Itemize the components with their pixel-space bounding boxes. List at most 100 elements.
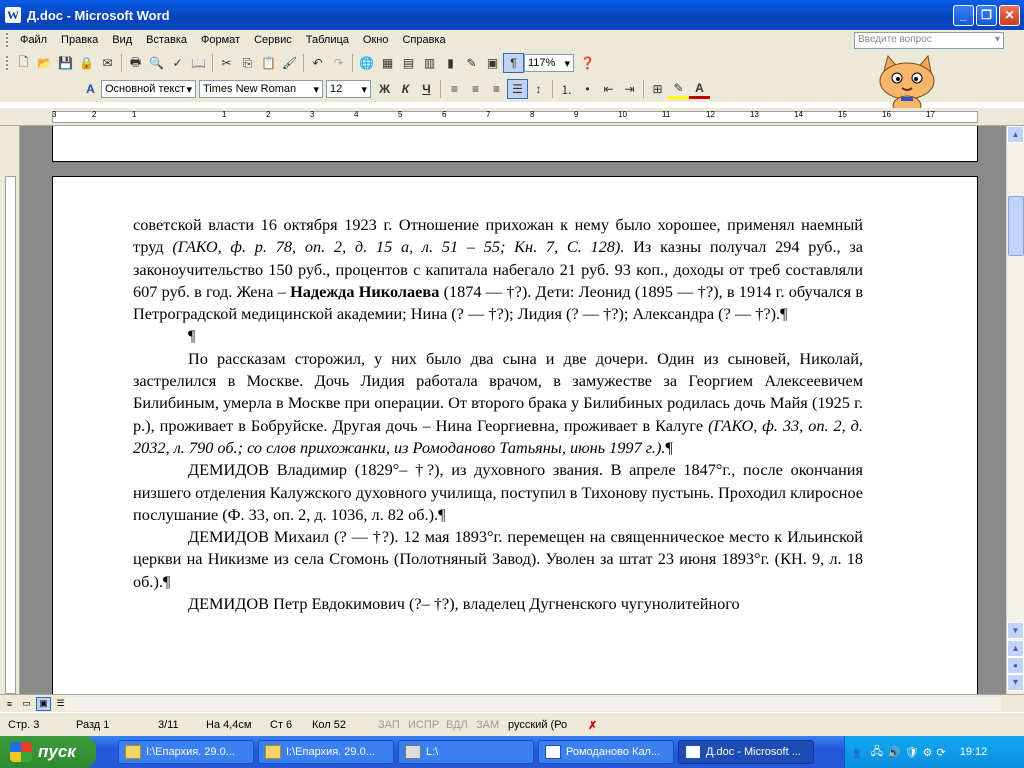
tray-network-icon[interactable]: 🖧 [871, 743, 883, 762]
line-spacing-icon[interactable]: ↕ [528, 79, 549, 99]
tray-app-icon[interactable]: ⚙ [923, 746, 933, 759]
task-folder-2[interactable]: I:\Епархия. 29.0... [258, 740, 394, 764]
numbering-icon[interactable]: ⒈ [556, 79, 577, 99]
menu-grip[interactable] [6, 33, 9, 47]
menu-help[interactable]: Справка [395, 34, 452, 46]
task-word-active[interactable]: Д.doc - Microsoft ... [678, 740, 814, 764]
save-icon[interactable]: 💾 [55, 53, 76, 73]
tray-messenger-icon[interactable]: 👥 [853, 746, 867, 759]
vertical-scrollbar[interactable]: ▲ ▼ ▴ ● ▾ [1006, 126, 1024, 694]
tray-update-icon[interactable]: ⟳ [937, 746, 946, 759]
normal-view-icon[interactable]: ≡ [2, 697, 17, 711]
paste-icon[interactable]: 📋 [258, 53, 279, 73]
print-preview-icon[interactable]: 🔍 [146, 53, 167, 73]
tray-shield-icon[interactable]: 🛡 [905, 746, 919, 759]
toolbar-grip[interactable] [6, 56, 9, 70]
permission-icon[interactable]: 🔒 [76, 53, 97, 73]
email-icon[interactable]: ✉ [97, 53, 118, 73]
menu-file[interactable]: Файл [13, 34, 54, 46]
insert-table-icon[interactable]: ▤ [398, 53, 419, 73]
start-button[interactable]: пуск [0, 736, 96, 768]
align-center-icon[interactable]: ≡ [465, 79, 486, 99]
print-icon[interactable]: 🖶 [125, 53, 146, 73]
columns-icon[interactable]: ▮ [440, 53, 461, 73]
menu-table[interactable]: Таблица [299, 34, 356, 46]
status-overtype[interactable]: ЗАМ [476, 719, 499, 731]
document-map-icon[interactable]: ▣ [482, 53, 503, 73]
document-text[interactable]: советской власти 16 октября 1923 г. Отно… [133, 214, 863, 615]
menu-edit[interactable]: Правка [54, 34, 105, 46]
scroll-up-icon[interactable]: ▲ [1007, 126, 1024, 143]
spelling-icon[interactable]: ✓ [167, 53, 188, 73]
justify-icon[interactable]: ☰ [507, 79, 528, 99]
highlight-icon[interactable]: ✎ [668, 79, 689, 99]
document-paragraph[interactable]: ДЕМИДОВ Петр Евдокимович (?– †?), владел… [133, 593, 863, 615]
italic-button[interactable]: К [395, 79, 416, 99]
style-select[interactable]: Основной текст ▾ [101, 80, 196, 98]
cut-icon[interactable]: ✂ [216, 53, 237, 73]
task-folder-1[interactable]: I:\Епархия. 29.0... [118, 740, 254, 764]
tables-borders-icon[interactable]: ▦ [377, 53, 398, 73]
menu-view[interactable]: Вид [105, 34, 139, 46]
maximize-button[interactable]: ❐ [976, 4, 997, 26]
horizontal-ruler[interactable]: 3 2 1 1 2 3 4 5 6 7 8 9 10 11 12 13 14 1… [0, 108, 1024, 126]
next-page-icon[interactable]: ▾ [1007, 674, 1024, 691]
format-painter-icon[interactable]: 🖌 [279, 53, 300, 73]
task-word-romodanovo[interactable]: Ромоданово Кал... [538, 740, 674, 764]
vertical-ruler[interactable] [0, 126, 20, 694]
menu-insert[interactable]: Вставка [139, 34, 194, 46]
horizontal-scrollbar[interactable] [65, 697, 1001, 711]
menu-tools[interactable]: Сервис [247, 34, 299, 46]
menu-window[interactable]: Окно [356, 34, 396, 46]
close-button[interactable]: ✕ [999, 4, 1020, 26]
hyperlink-icon[interactable]: 🌐 [356, 53, 377, 73]
styles-formatting-icon[interactable]: A [80, 79, 101, 99]
insert-excel-icon[interactable]: ▥ [419, 53, 440, 73]
align-left-icon[interactable]: ≡ [444, 79, 465, 99]
minimize-button[interactable]: _ [953, 4, 974, 26]
increase-indent-icon[interactable]: ⇥ [619, 79, 640, 99]
spelling-status-icon[interactable]: ✗ [588, 719, 597, 732]
menu-format[interactable]: Формат [194, 34, 247, 46]
print-layout-icon[interactable]: ▣ [36, 696, 51, 711]
scroll-down-icon[interactable]: ▼ [1007, 622, 1024, 639]
chevron-down-icon[interactable]: ▾ [313, 83, 319, 96]
status-track[interactable]: ИСПР [408, 719, 439, 731]
font-color-icon[interactable]: A [689, 79, 710, 99]
decrease-indent-icon[interactable]: ⇤ [598, 79, 619, 99]
help-search-input[interactable]: Введите вопрос ▾ [854, 32, 1004, 49]
show-hide-pilcrow-icon[interactable]: ¶ [503, 53, 524, 73]
web-layout-icon[interactable]: ▭ [19, 697, 34, 711]
tray-volume-icon[interactable]: 🔊 [887, 746, 901, 759]
browse-object-icon[interactable]: ● [1007, 657, 1024, 674]
borders-icon[interactable]: ⊞ [647, 79, 668, 99]
help-icon[interactable]: ❓ [577, 53, 598, 73]
font-size-select[interactable]: 12 ▾ [326, 80, 371, 98]
document-paragraph[interactable]: советской власти 16 октября 1923 г. Отно… [133, 214, 863, 325]
status-rec[interactable]: ЗАП [378, 719, 400, 731]
word-app-icon[interactable]: W [5, 7, 21, 23]
redo-icon[interactable]: ↷ [328, 53, 349, 73]
status-extend[interactable]: ВДЛ [446, 719, 468, 731]
chevron-down-icon[interactable]: ▾ [186, 83, 192, 96]
chevron-down-icon[interactable]: ▾ [361, 83, 367, 96]
research-icon[interactable]: 📖 [188, 53, 209, 73]
drawing-icon[interactable]: ✎ [461, 53, 482, 73]
zoom-select[interactable]: 117% ▾ [524, 54, 574, 72]
align-right-icon[interactable]: ≡ [486, 79, 507, 99]
document-paragraph[interactable]: ДЕМИДОВ Владимир (1829°– †?), из духовно… [133, 459, 863, 526]
document-paragraph[interactable]: ¶ [133, 325, 863, 347]
document-paragraph[interactable]: По рассказам сторожил, у них было два сы… [133, 348, 863, 459]
undo-icon[interactable]: ↶ [307, 53, 328, 73]
task-drive[interactable]: L:\ [398, 740, 534, 764]
chevron-down-icon[interactable]: ▾ [564, 57, 570, 70]
underline-button[interactable]: Ч [416, 79, 437, 99]
document-paragraph[interactable]: ДЕМИДОВ Михаил (? — †?). 12 мая 1893°г. … [133, 526, 863, 593]
copy-icon[interactable]: ⎘ [237, 53, 258, 73]
bold-button[interactable]: Ж [374, 79, 395, 99]
font-select[interactable]: Times New Roman ▾ [199, 80, 323, 98]
scrollbar-thumb[interactable] [1008, 196, 1024, 256]
previous-page-icon[interactable]: ▴ [1007, 640, 1024, 657]
chevron-down-icon[interactable]: ▾ [995, 34, 1000, 47]
new-document-icon[interactable]: 🗋 [13, 53, 34, 73]
